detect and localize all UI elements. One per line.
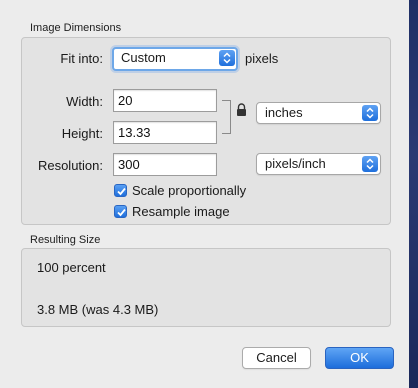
fit-into-label: Fit into: bbox=[60, 51, 103, 66]
result-file-size: 3.8 MB (was 4.3 MB) bbox=[37, 302, 159, 317]
adjust-size-dialog: Image Dimensions Fit into: Custom pixels… bbox=[0, 0, 410, 388]
resolution-unit-popup[interactable]: pixels/inch bbox=[256, 153, 381, 175]
height-field[interactable]: 13.33 bbox=[113, 121, 217, 144]
image-dimensions-title: Image Dimensions bbox=[30, 22, 122, 34]
size-unit-value: inches bbox=[265, 105, 303, 120]
scale-proportionally-label: Scale proportionally bbox=[132, 182, 247, 198]
cancel-button[interactable]: Cancel bbox=[242, 347, 311, 369]
resolution-unit-value: pixels/inch bbox=[265, 156, 326, 171]
ok-button[interactable]: OK bbox=[325, 347, 394, 369]
lock-icon[interactable] bbox=[236, 103, 247, 120]
popup-arrows-icon bbox=[219, 50, 235, 66]
resample-image-checkbox[interactable] bbox=[114, 204, 127, 218]
result-percent: 100 percent bbox=[37, 260, 106, 275]
resolution-field[interactable]: 300 bbox=[113, 153, 217, 176]
resample-image-label: Resample image bbox=[132, 203, 230, 219]
fit-into-value: Custom bbox=[121, 50, 166, 65]
resulting-size-title: Resulting Size bbox=[30, 234, 101, 246]
height-label: Height: bbox=[61, 126, 103, 141]
resolution-label: Resolution: bbox=[37, 158, 103, 173]
desktop-background-edge bbox=[409, 0, 418, 388]
popup-arrows-icon bbox=[362, 105, 378, 121]
scale-proportionally-option[interactable]: Scale proportionally bbox=[114, 182, 246, 198]
size-unit-popup[interactable]: inches bbox=[256, 102, 381, 124]
scale-proportionally-checkbox[interactable] bbox=[114, 183, 127, 197]
popup-arrows-icon bbox=[362, 156, 378, 172]
constraint-bracket bbox=[222, 100, 231, 134]
fit-into-popup[interactable]: Custom bbox=[112, 47, 238, 71]
width-field[interactable]: 20 bbox=[113, 89, 217, 112]
width-label: Width: bbox=[66, 94, 103, 109]
resample-image-option[interactable]: Resample image bbox=[114, 203, 230, 219]
fit-into-unit-label: pixels bbox=[245, 51, 279, 66]
